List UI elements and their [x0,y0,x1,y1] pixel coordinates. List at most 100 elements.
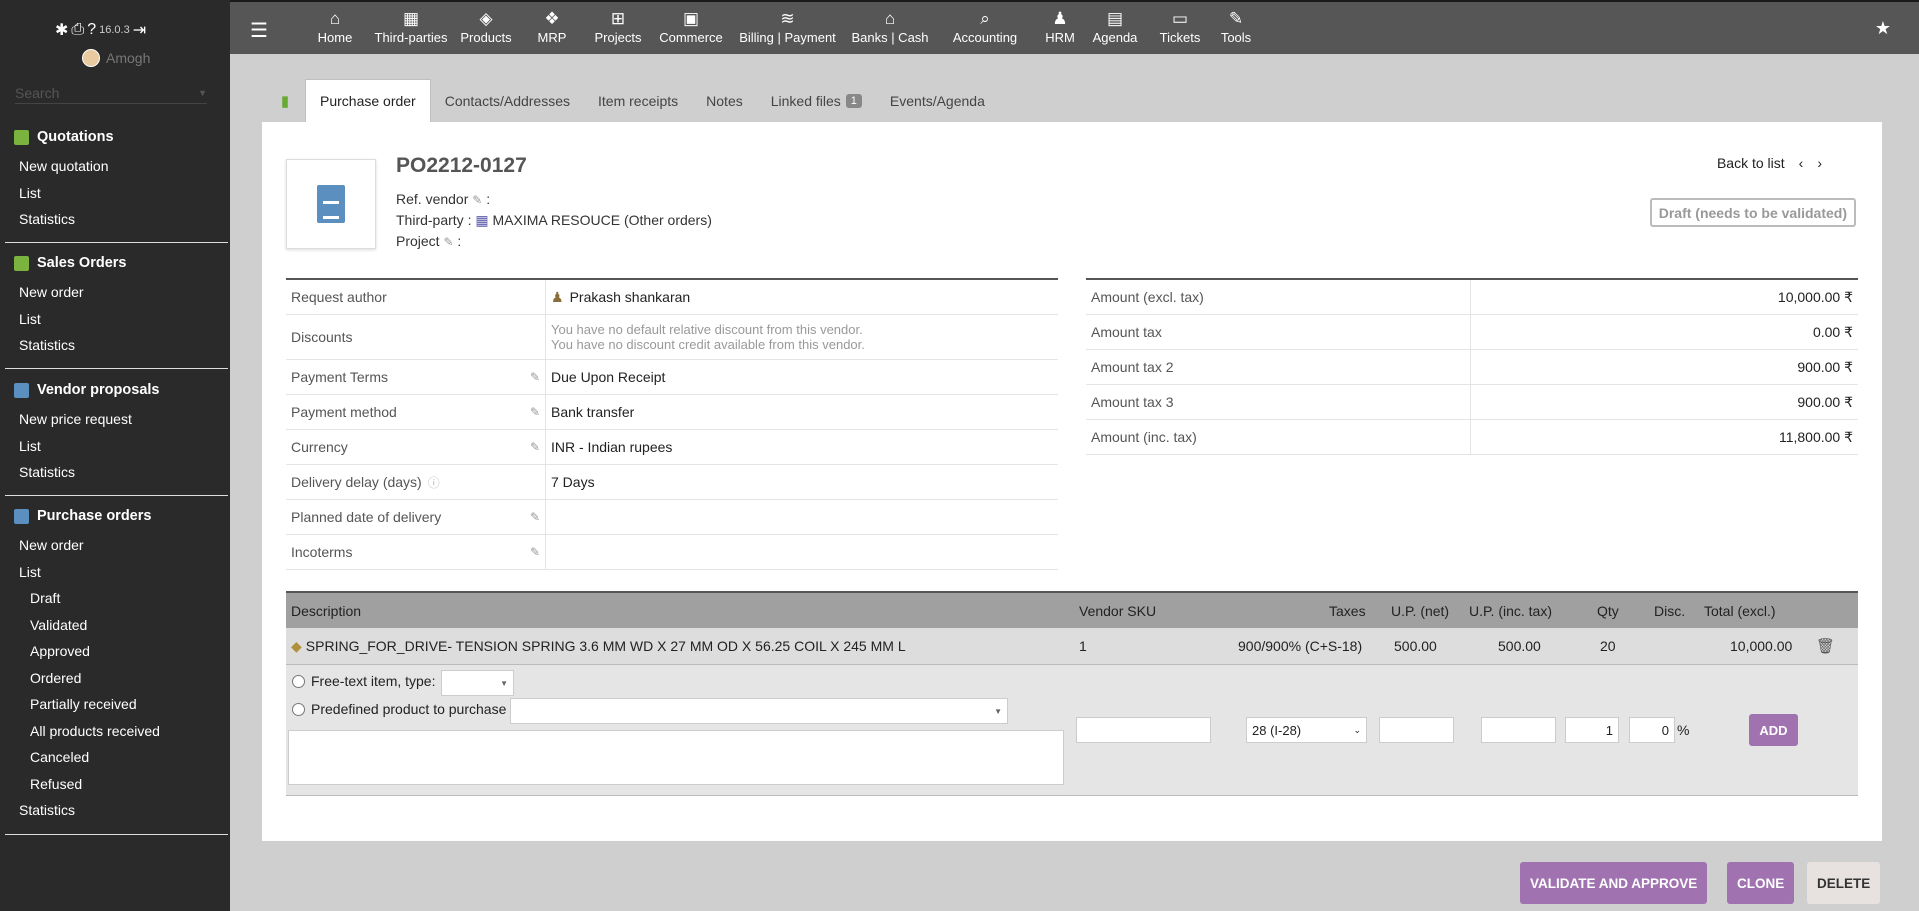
user-info[interactable]: Amogh [82,49,150,67]
tab-notes[interactable]: Notes [692,79,757,122]
pencil-icon[interactable]: ✎ [530,545,540,559]
pencil-icon[interactable]: ✎ [530,405,540,419]
product-link[interactable]: SPRING_FOR_DRIVE [306,638,448,654]
product-select[interactable]: ▼ [510,698,1008,724]
menu-subitem[interactable]: Refused [5,771,229,798]
menu-item[interactable]: List [5,306,229,333]
tab-item-receipts[interactable]: Item receipts [584,79,692,122]
up-net-input[interactable] [1379,717,1454,743]
predefined-option[interactable]: Predefined product to purchase [292,701,506,717]
add-line-button[interactable]: ADD [1749,714,1798,746]
chevron-right-icon[interactable]: › [1817,155,1822,171]
pencil-icon[interactable]: ✎ [443,235,453,249]
validate-approve-button[interactable]: VALIDATE AND APPROVE [1520,862,1708,904]
other-orders-link[interactable]: (Other orders) [624,212,712,228]
tab-contacts[interactable]: Contacts/Addresses [431,79,584,122]
pencil-icon[interactable]: ✎ [530,440,540,454]
nav-tools[interactable]: ✎ Tools [1214,8,1258,52]
nav-third-parties[interactable]: ▦ Third-parties [370,8,452,52]
nav-tickets[interactable]: ▭ Tickets [1152,8,1208,52]
column-header: Total (excl.) [1704,602,1776,619]
qty-input[interactable]: 1 [1565,717,1619,743]
pencil-icon[interactable]: ✎ [472,193,482,207]
search-input[interactable]: Search ▼ [15,82,207,104]
free-text-option[interactable]: Free-text item, type: [292,673,435,689]
field-row: Delivery delay (days) ⓘ 7 Days [286,465,1058,500]
menu-item[interactable]: New order [5,279,229,306]
nav-home[interactable]: ⌂ Home [310,8,360,52]
nav-agenda[interactable]: ▤ Agenda [1082,8,1148,52]
pencil-icon[interactable]: ✎ [530,510,540,524]
logout-icon[interactable]: ⇥ [133,20,146,40]
menu-icon[interactable]: ☰ [250,18,268,43]
field-label: Request author [286,280,546,314]
nav-accounting[interactable]: ⌕ Accounting [935,8,1035,52]
menu-item[interactable]: Statistics [5,797,229,824]
tab-purchase-order[interactable]: Purchase order [305,79,431,122]
request-author-link[interactable]: Prakash shankaran [570,289,691,305]
nav-mrp[interactable]: ❖ MRP [530,8,574,52]
menu-item[interactable]: List [5,433,229,460]
nav-billing[interactable]: ≋ Billing | Payment [735,8,840,52]
nav-banks[interactable]: ⌂ Banks | Cash [845,8,935,52]
menu-item[interactable]: New price request [5,406,229,433]
product-icon: ◆ [291,637,302,654]
delete-button[interactable]: DELETE [1807,862,1881,904]
menu-subitem[interactable]: Validated [5,612,229,639]
clone-button[interactable]: CLONE [1727,862,1795,904]
menu-subitem[interactable]: Partially received [5,691,229,718]
discount-input[interactable]: 0 [1629,717,1675,743]
nav-products[interactable]: ◈ Products [456,8,516,52]
menu-item[interactable]: List [5,559,229,586]
nav-label: Billing | Payment [739,30,836,45]
menu-subitem[interactable]: Approved [5,638,229,665]
menu-head-vendor-proposals[interactable]: Vendor proposals [5,378,229,402]
purchase-order-icon [14,508,29,524]
menu-item[interactable]: List [5,180,229,207]
menu-subitem[interactable]: Canceled [5,744,229,771]
field-value [546,535,1058,569]
third-party-link[interactable]: MAXIMA RESOUCE [492,212,620,228]
label-text: Delivery delay (days) [291,474,422,490]
menu-subitem[interactable]: Draft [5,585,229,612]
up-inc-input[interactable] [1481,717,1556,743]
chevron-left-icon[interactable]: ‹ [1799,155,1804,171]
user-tie-icon: ♟ [1052,9,1068,28]
help-icon[interactable]: ? [87,21,96,39]
bookmark-star-icon[interactable]: ★ [1875,18,1891,39]
table-row[interactable]: ◆ SPRING_FOR_DRIVE - TENSION SPRING 3.6 … [286,628,1858,665]
print-icon[interactable]: ⎙ [71,21,84,39]
menu-item[interactable]: Statistics [5,332,229,359]
nav-hrm[interactable]: ♟ HRM [1038,8,1082,52]
type-select[interactable]: ▼ [441,670,514,696]
tab-events[interactable]: Events/Agenda [876,79,999,122]
proposal-icon [14,382,29,398]
nav-projects[interactable]: ⊞ Projects [590,8,646,52]
tax-select[interactable]: 28 (I-28) ⌄ [1246,717,1367,743]
menu-title: Vendor proposals [37,382,160,398]
menu-item[interactable]: Statistics [5,206,229,233]
briefcase-icon: ▣ [682,9,700,28]
menu-item[interactable]: New quotation [5,153,229,180]
menu-head-purchase-orders[interactable]: Purchase orders [5,504,229,528]
menu-head-sales-orders[interactable]: Sales Orders [5,251,229,275]
menu-item[interactable]: Statistics [5,459,229,486]
menu-subitem[interactable]: All products received [5,718,229,745]
menu-head-quotations[interactable]: Quotations [5,125,229,149]
menu-subitem[interactable]: Ordered [5,665,229,692]
label-text: Incoterms [291,544,353,560]
nav-label: MRP [537,30,567,45]
free-text-radio[interactable] [292,674,305,688]
top-navbar: ☰ ⌂ Home ▦ Third-parties ◈ Products ❖ MRP ⊞ P… [230,0,1919,54]
nav-commerce[interactable]: ▣ Commerce [655,8,727,52]
vendor-sku-input[interactable] [1076,717,1211,743]
description-textarea[interactable] [288,730,1064,785]
back-to-list-link[interactable]: Back to list [1717,155,1785,171]
pencil-icon[interactable]: ✎ [530,370,540,384]
predefined-radio[interactable] [292,702,305,716]
menu-item[interactable]: New order [5,532,229,559]
bug-icon[interactable]: ✱ [55,20,68,40]
trash-icon[interactable]: 🗑 [1816,628,1835,664]
tab-linked-files[interactable]: Linked files 1 [757,79,876,122]
chevron-down-icon[interactable]: ▼ [198,88,207,98]
